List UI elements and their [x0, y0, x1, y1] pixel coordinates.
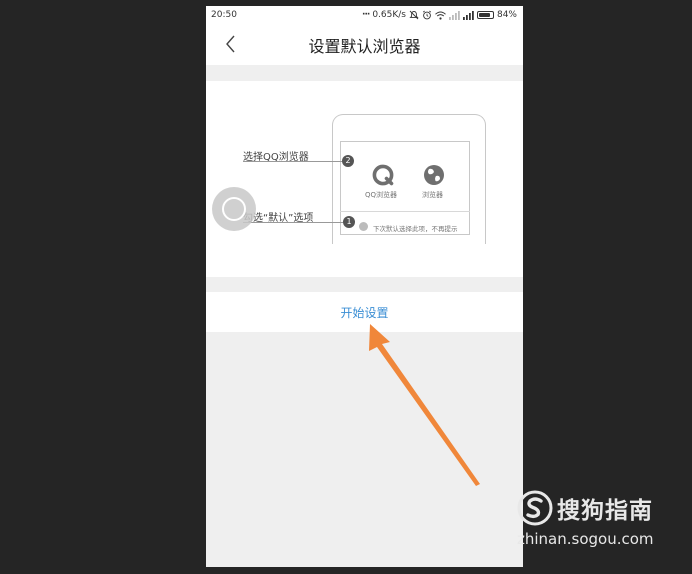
sogou-logo-icon [517, 490, 553, 526]
dots-icon: ··· [362, 10, 370, 20]
section-divider [206, 65, 523, 81]
step2-line [243, 161, 342, 162]
touch-indicator [212, 187, 256, 231]
battery-percent: 84% [496, 10, 517, 20]
app2-label: 浏览器 [422, 191, 443, 199]
option-text: 下次默认选择此项，不再提示 [373, 225, 458, 233]
signal-icon [462, 10, 474, 20]
status-bar: 20:50 ··· 0.65K/s 84% [206, 6, 523, 24]
app1-label: QQ浏览器 [365, 191, 398, 199]
page-title: 设置默认浏览器 [308, 36, 421, 56]
watermark-url: zhinan.sogou.com [517, 530, 654, 548]
status-time: 20:50 [211, 10, 237, 20]
watermark: 搜狗指南 zhinan.sogou.com [513, 487, 673, 557]
signal-icon [448, 10, 460, 20]
step2-badge: 2 [342, 155, 354, 167]
dialog-frame-outline [340, 141, 470, 235]
globe-browser-icon [424, 165, 444, 185]
battery-icon [476, 11, 494, 19]
mute-icon [409, 10, 419, 20]
pointer-arrow-shape [369, 324, 480, 486]
alarm-icon [422, 10, 432, 20]
step1-line [243, 222, 343, 223]
touch-indicator-ring [222, 197, 246, 221]
page-header: 设置默认浏览器 [206, 24, 523, 65]
illustration-card: QQ浏览器 浏览器 下次默认选择此项，不再提示 选择QQ浏览器 2 勾选“默认”… [206, 81, 523, 277]
wifi-icon [435, 11, 446, 20]
dialog-divider [340, 211, 470, 212]
watermark-brand: 搜狗指南 [557, 498, 653, 524]
step1-badge: 1 [343, 216, 355, 228]
chevron-left-icon[interactable] [220, 32, 242, 56]
network-speed: 0.65K/s [372, 10, 406, 20]
check-icon [359, 222, 368, 231]
pointer-arrow-icon [369, 324, 480, 486]
qq-browser-icon [372, 164, 394, 186]
battery-level [478, 13, 490, 17]
status-icons: ··· 0.65K/s 84% [362, 10, 517, 20]
